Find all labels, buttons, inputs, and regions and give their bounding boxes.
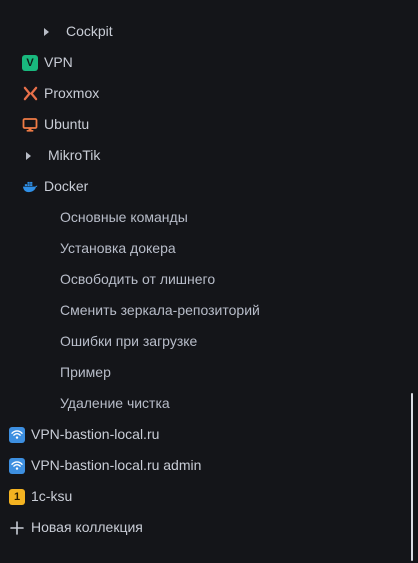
tree-item-label: VPN-bastion-local.ru	[31, 426, 160, 442]
docker-whale-icon	[22, 179, 38, 195]
one-badge-icon: 1	[9, 488, 25, 505]
tree-item-label: Docker	[44, 178, 89, 194]
wifi-icon	[9, 457, 25, 474]
tree-item-label: Ubuntu	[44, 116, 90, 132]
monitor-icon	[22, 117, 38, 133]
tree-item-vpn-bastion-admin[interactable]: VPN-bastion-local.ru admin	[0, 450, 412, 481]
tree-item-docker-child[interactable]: Удаление чистка	[0, 388, 412, 419]
tree-item-label: Proxmox	[44, 85, 100, 101]
chevron-right-icon[interactable]	[44, 25, 56, 39]
plus-icon	[9, 520, 25, 536]
tree-item-label: VPN-bastion-local.ru admin	[31, 457, 202, 473]
tree-item-label: MikroTik	[48, 147, 101, 163]
tree-item-docker-child[interactable]: Ошибки при загрузке	[0, 326, 412, 357]
scrollbar[interactable]	[411, 393, 413, 561]
wifi-icon	[9, 426, 25, 443]
collections-tree: Cockpit V VPN Proxmox Ubuntu MikroTik Do…	[0, 16, 412, 543]
tree-item-docker-child[interactable]: Сменить зеркала-репозиторий	[0, 295, 412, 326]
tree-item-label: 1c-ksu	[31, 488, 73, 504]
new-collection-label: Новая коллекция	[31, 519, 143, 535]
tree-item-1c-ksu[interactable]: 1 1c-ksu	[0, 481, 412, 512]
tree-item-mikrotik[interactable]: MikroTik	[0, 140, 412, 171]
tree-item-docker[interactable]: Docker	[0, 171, 412, 202]
vpn-badge-icon: V	[22, 54, 38, 71]
tree-item-vpn[interactable]: V VPN	[0, 47, 412, 78]
tree-item-docker-child[interactable]: Пример	[0, 357, 412, 388]
new-collection-button[interactable]: Новая коллекция	[0, 512, 412, 543]
tree-item-cockpit[interactable]: Cockpit	[0, 16, 412, 47]
x-logo-icon	[22, 86, 38, 102]
tree-item-label: Cockpit	[66, 23, 113, 39]
tree-item-vpn-bastion[interactable]: VPN-bastion-local.ru	[0, 419, 412, 450]
tree-item-proxmox[interactable]: Proxmox	[0, 78, 412, 109]
tree-item-label: VPN	[44, 54, 73, 70]
tree-item-docker-child[interactable]: Основные команды	[0, 202, 412, 233]
tree-item-ubuntu[interactable]: Ubuntu	[0, 109, 412, 140]
tree-item-docker-child[interactable]: Освободить от лишнего	[0, 264, 412, 295]
tree-item-docker-child[interactable]: Установка докера	[0, 233, 412, 264]
chevron-right-icon[interactable]	[26, 149, 38, 163]
